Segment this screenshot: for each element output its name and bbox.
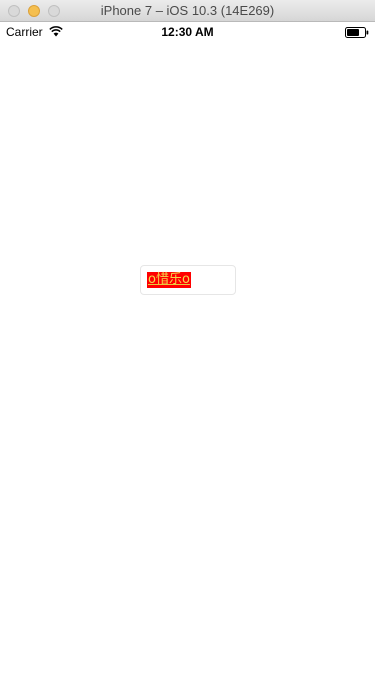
simulator-title-bar: iPhone 7 – iOS 10.3 (14E269) [0, 0, 375, 22]
app-content: o惜乐o [0, 42, 375, 689]
battery-icon [345, 27, 369, 38]
window-title: iPhone 7 – iOS 10.3 (14E269) [100, 3, 275, 18]
highlighted-link-text[interactable]: o惜乐o [147, 272, 191, 288]
status-bar: Carrier 12:30 AM [0, 22, 375, 42]
status-time: 12:30 AM [161, 25, 214, 39]
text-field[interactable]: o惜乐o [140, 265, 236, 295]
